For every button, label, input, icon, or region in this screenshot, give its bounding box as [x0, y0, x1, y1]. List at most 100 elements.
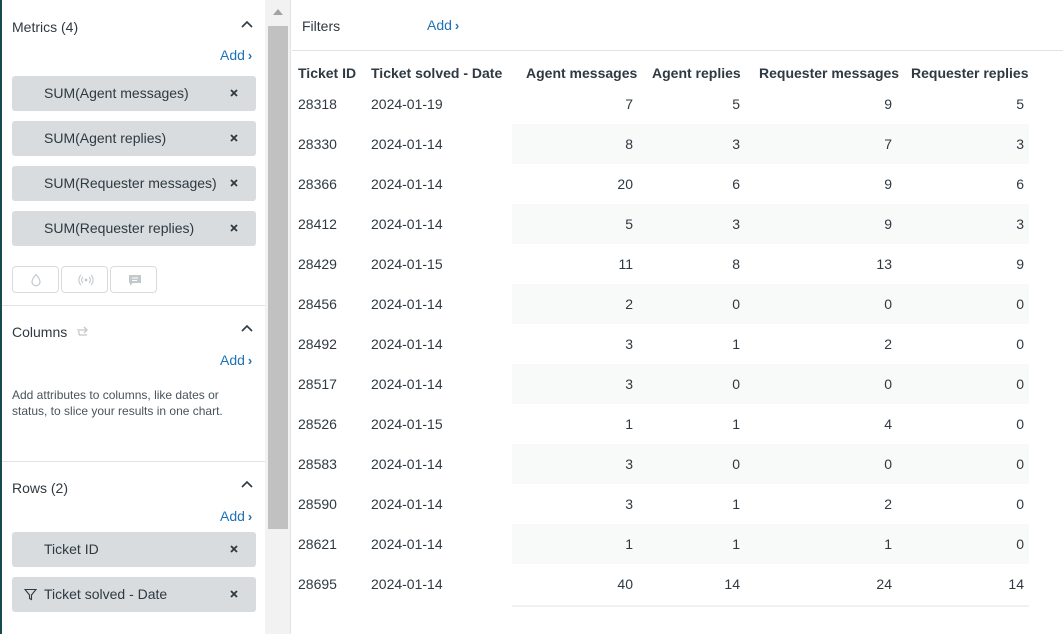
table-cell: 2024-01-14	[371, 456, 443, 472]
broadcast-icon	[78, 274, 94, 286]
table-cell: 0	[1016, 536, 1024, 552]
table-cell: 2024-01-14	[371, 176, 443, 192]
metric-pill[interactable]: SUM(Requester messages)	[12, 166, 256, 201]
columns-title: Columns	[12, 324, 91, 340]
column-header[interactable]: Requester messages	[759, 65, 899, 81]
filters-add-link[interactable]: Add ›	[427, 17, 459, 33]
columns-collapse-icon[interactable]	[241, 324, 255, 334]
table-cell: 2	[884, 496, 892, 512]
row-pill-label: Ticket solved - Date	[44, 586, 168, 602]
table-row: 28517 2024-01-14 3 0 0 0	[292, 364, 1063, 404]
table-cell: 2024-01-14	[371, 496, 443, 512]
table-cell: 3	[732, 216, 740, 232]
scroll-up-arrow-icon[interactable]	[273, 9, 283, 15]
table-row: 28590 2024-01-14 3 1 2 0	[292, 484, 1063, 524]
column-header[interactable]: Agent messages	[526, 65, 637, 81]
table-cell: 6	[732, 176, 740, 192]
filter-icon[interactable]	[24, 588, 37, 601]
table-cell: 0	[1016, 496, 1024, 512]
close-icon[interactable]	[228, 588, 240, 600]
table-cell: 28412	[298, 216, 337, 232]
table-cell: 6	[1016, 176, 1024, 192]
filters-bar: Filters Add ›	[292, 0, 1063, 51]
table-cell: 1	[732, 496, 740, 512]
column-header[interactable]: Ticket ID	[298, 65, 356, 81]
table-cell: 7	[884, 136, 892, 152]
columns-add-label: Add	[220, 352, 245, 368]
table-cell: 0	[884, 456, 892, 472]
metric-pill-label: SUM(Requester messages)	[44, 175, 217, 191]
filters-add-label: Add	[427, 17, 452, 33]
close-icon[interactable]	[228, 543, 240, 555]
table-cell: 5	[732, 96, 740, 112]
table-cell: 2	[884, 336, 892, 352]
table-cell: 2024-01-14	[371, 336, 443, 352]
table-cell: 1	[625, 416, 633, 432]
rows-add-link[interactable]: Add ›	[220, 508, 252, 524]
table-cell: 0	[884, 296, 892, 312]
metrics-collapse-icon[interactable]	[241, 20, 255, 30]
columns-add-link[interactable]: Add ›	[220, 352, 252, 368]
table-cell: 3	[732, 136, 740, 152]
metric-pill-label: SUM(Agent messages)	[44, 85, 189, 101]
close-icon[interactable]	[228, 132, 240, 144]
row-pill-label: Ticket ID	[44, 541, 99, 557]
table-cell: 2024-01-14	[371, 376, 443, 392]
column-header[interactable]: Ticket solved - Date	[371, 65, 502, 81]
table-cell: 0	[1016, 456, 1024, 472]
swap-icon[interactable]	[75, 325, 91, 339]
table-cell: 0	[1016, 416, 1024, 432]
rows-collapse-icon[interactable]	[241, 480, 255, 490]
column-header[interactable]: Requester replies	[911, 65, 1029, 81]
metric-pill-label: SUM(Agent replies)	[44, 130, 167, 146]
realtime-button[interactable]	[61, 266, 108, 293]
comment-button[interactable]	[110, 266, 157, 293]
table-cell: 1	[732, 416, 740, 432]
chevron-right-icon: ›	[247, 509, 253, 524]
table-cell: 28330	[298, 136, 337, 152]
format-button[interactable]	[12, 266, 59, 293]
metric-pill[interactable]: SUM(Agent replies)	[12, 121, 256, 156]
chevron-right-icon: ›	[247, 48, 253, 63]
config-panel: Metrics (4) Add › SUM(Agent messages) SUM…	[2, 0, 265, 634]
scrollbar-thumb[interactable]	[268, 26, 288, 529]
table-cell: 5	[1016, 96, 1024, 112]
table-cell: 28526	[298, 416, 337, 432]
metrics-title: Metrics (4)	[12, 19, 79, 35]
table-cell: 13	[876, 256, 892, 272]
columns-help-text: Add attributes to columns, like dates or…	[12, 388, 223, 418]
table-cell: 4	[884, 416, 892, 432]
table-cell: 40	[617, 576, 633, 592]
metric-pill[interactable]: SUM(Agent messages)	[12, 76, 256, 111]
column-header[interactable]: Agent replies	[652, 65, 741, 81]
table-bottom-border	[512, 605, 1029, 607]
table-cell: 0	[732, 296, 740, 312]
table-row: 28456 2024-01-14 2 0 0 0	[292, 284, 1063, 324]
table-cell: 1	[732, 336, 740, 352]
table-cell: 1	[732, 536, 740, 552]
table-row: 28621 2024-01-14 1 1 1 0	[292, 524, 1063, 564]
table-row: 28492 2024-01-14 3 1 2 0	[292, 324, 1063, 364]
close-icon[interactable]	[228, 222, 240, 234]
metrics-add-link[interactable]: Add ›	[220, 47, 252, 63]
table-cell: 1	[884, 536, 892, 552]
table-row: 28366 2024-01-14 20 6 9 6	[292, 164, 1063, 204]
table-cell: 24	[876, 576, 892, 592]
table-cell: 9	[884, 216, 892, 232]
table-cell: 2024-01-14	[371, 136, 443, 152]
table-cell: 3	[625, 336, 633, 352]
close-icon[interactable]	[228, 87, 240, 99]
table-cell: 28318	[298, 96, 337, 112]
table-row: 28412 2024-01-14 5 3 9 3	[292, 204, 1063, 244]
metrics-add-label: Add	[220, 47, 245, 63]
chevron-right-icon: ›	[247, 353, 253, 368]
table-cell: 2	[625, 296, 633, 312]
table-cell: 3	[1016, 216, 1024, 232]
close-icon[interactable]	[228, 177, 240, 189]
metric-pill[interactable]: SUM(Requester replies)	[12, 211, 256, 246]
table-cell: 28695	[298, 576, 337, 592]
row-pill[interactable]: Ticket solved - Date	[12, 577, 256, 612]
row-pill[interactable]: Ticket ID	[12, 532, 256, 567]
table-cell: 8	[625, 136, 633, 152]
table-cell: 0	[1016, 296, 1024, 312]
